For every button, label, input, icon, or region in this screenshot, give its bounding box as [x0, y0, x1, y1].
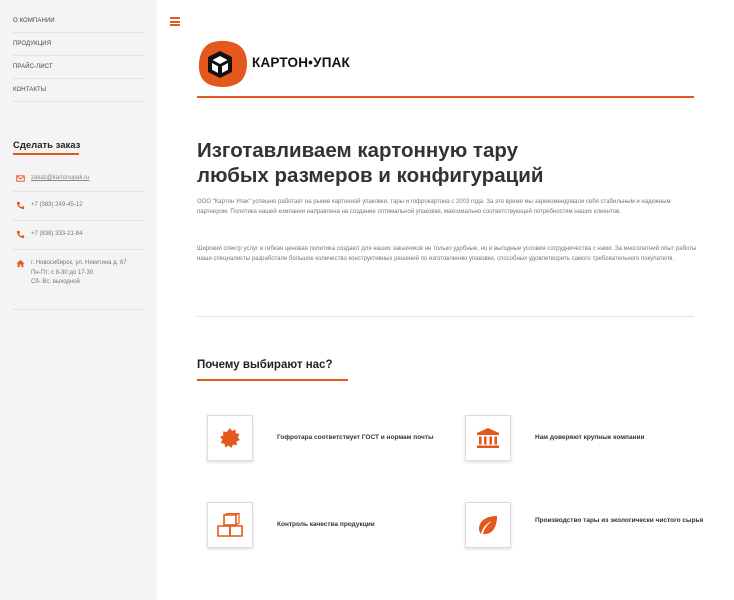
phone-1[interactable]: +7 (383) 249-45-12 — [31, 201, 83, 211]
phone-icon — [16, 230, 25, 239]
page-title-line-2: любых размеров и конфигураций — [197, 164, 544, 187]
email-link[interactable]: zakaz@kartonupak.ru — [31, 174, 89, 184]
section-divider — [197, 316, 694, 317]
feature-icon-box-gost — [207, 415, 253, 461]
feature-gost: Гофротара соответствует ГОСТ и нормам по… — [277, 434, 434, 441]
leaf-icon — [479, 516, 497, 535]
header-underline — [197, 96, 694, 98]
order-title: Сделать заказ — [13, 140, 81, 151]
feature-trust: Нам доверяют крупные компании — [535, 434, 645, 441]
nav-item-contacts[interactable]: КОНТАКТЫ — [13, 79, 144, 102]
phone-2[interactable]: +7 (838) 333-21-84 — [31, 230, 83, 240]
nav-item-pricelist[interactable]: ПРАЙС-ЛИСТ — [13, 56, 144, 79]
sidebar-nav: О КОМПАНИИ ПРОДУКЦИЯ ПРАЙС-ЛИСТ КОНТАКТЫ — [13, 10, 144, 102]
intro-paragraph-2: Широкий спектр услуг и гибкая ценовая по… — [197, 246, 697, 263]
home-icon — [16, 259, 25, 268]
sidebar: О КОМПАНИИ ПРОДУКЦИЯ ПРАЙС-ЛИСТ КОНТАКТЫ… — [0, 0, 157, 600]
why-us-title: Почему выбирают нас? — [197, 359, 333, 371]
address-text: г. Новосибирск, ул. Никитина д. 67 — [31, 260, 127, 266]
feature-icon-box-quality — [207, 502, 253, 548]
brand-name[interactable]: КАРТОН•УПАК — [252, 55, 350, 70]
hours-weekdays: Пн-Пт: с 8-30 до 17-30 — [31, 269, 94, 276]
feature-icon-box-trust — [465, 415, 511, 461]
order-title-underline — [13, 153, 79, 155]
menu-icon[interactable] — [170, 17, 180, 26]
feature-icon-box-eco — [465, 502, 511, 548]
intro-paragraph-1: ООО "Картон Упак" успешно работает на ры… — [197, 199, 671, 216]
phone-icon — [16, 201, 25, 210]
bank-icon — [477, 428, 499, 448]
hours-weekend: Сб- Вс: выходной — [31, 279, 80, 285]
contact-phone-1: +7 (383) 249-45-12 — [13, 191, 144, 221]
boxes-icon — [217, 513, 243, 537]
nav-item-about[interactable]: О КОМПАНИИ — [13, 10, 144, 33]
page-title-line-1: Изготавливаем картонную тару — [197, 139, 518, 162]
contact-address: г. Новосибирск, ул. Никитина д. 67 Пн-Пт… — [13, 249, 144, 310]
feature-quality: Контроль качества продукции — [277, 521, 375, 528]
badge-icon — [220, 428, 240, 448]
why-us-underline — [197, 379, 348, 381]
brand-logo[interactable] — [196, 40, 248, 88]
nav-item-products[interactable]: ПРОДУКЦИЯ — [13, 33, 144, 56]
envelope-icon — [16, 175, 25, 182]
contact-phone-2: +7 (838) 333-21-84 — [13, 220, 144, 250]
contact-email: zakaz@kartonupak.ru — [13, 168, 144, 192]
page-title: Изготавливаем картонную тару любых разме… — [197, 138, 697, 188]
feature-eco: Производство тары из экологически чистог… — [535, 517, 704, 524]
